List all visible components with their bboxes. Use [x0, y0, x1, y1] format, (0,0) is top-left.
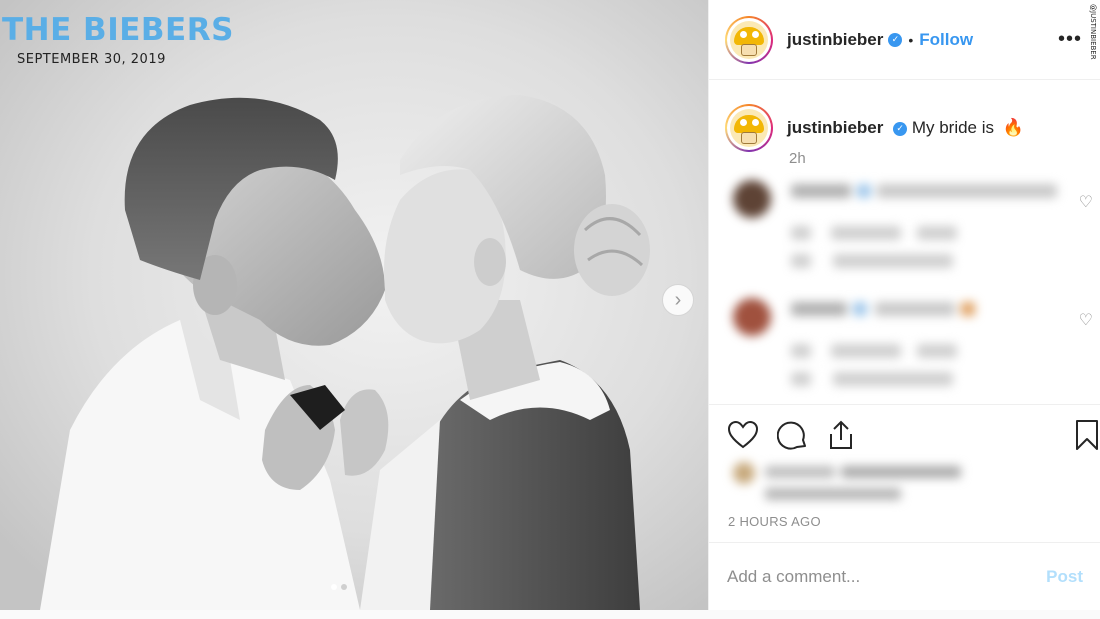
post-header: justinbieber ✓ • Follow •••	[709, 0, 1100, 80]
caption-text: My bride is	[911, 118, 995, 137]
separator-dot: •	[908, 31, 914, 48]
avatar[interactable]	[725, 15, 773, 64]
caption-avatar[interactable]	[725, 104, 773, 152]
like-comment-heart-icon[interactable]: ♡	[1079, 192, 1093, 212]
comment-input[interactable]	[727, 566, 1047, 587]
caption-username[interactable]: justinbieber	[787, 118, 883, 137]
blurred-comment: ♡	[725, 298, 1093, 398]
post-button[interactable]: Post	[1046, 567, 1083, 587]
blurred-comment: ♡	[725, 180, 1093, 280]
bookmark-icon[interactable]	[1074, 419, 1100, 451]
couple-kiss-image	[0, 0, 708, 610]
mushroom-avatar-icon	[730, 109, 768, 147]
posted-time[interactable]: 2 HOURS AGO	[728, 514, 821, 529]
follow-button[interactable]: Follow	[919, 30, 973, 50]
caption-timestamp[interactable]: 2h	[789, 150, 806, 167]
comment-icon[interactable]	[777, 420, 809, 452]
add-comment-section: Post	[709, 542, 1100, 610]
more-options-icon[interactable]: •••	[1058, 28, 1082, 51]
chevron-right-icon[interactable]: ›	[662, 284, 694, 316]
carousel-dot	[341, 584, 347, 590]
verified-badge-icon: ✓	[893, 121, 908, 136]
blurred-likes	[733, 460, 973, 504]
mushroom-avatar-icon	[730, 20, 768, 59]
like-comment-heart-icon[interactable]: ♡	[1079, 310, 1093, 330]
heart-icon[interactable]	[727, 420, 759, 450]
photo-title-overlay: THE BIEBERS	[2, 12, 234, 48]
post-photo[interactable]: THE BIEBERS SEPTEMBER 30, 2019 ›	[0, 0, 708, 610]
carousel-dot-active	[331, 584, 337, 590]
fire-emoji-icon: 🔥	[1002, 118, 1024, 137]
photo-date-overlay: SEPTEMBER 30, 2019	[17, 52, 166, 67]
verified-badge-icon: ✓	[888, 32, 903, 47]
share-icon[interactable]	[826, 419, 856, 451]
post-side-panel: @JUSTINBIEBER justinbieber ✓ • Follow ••…	[708, 0, 1100, 610]
post-caption: justinbieber ✓ My bride is 🔥	[725, 104, 1085, 152]
header-username[interactable]: justinbieber	[787, 30, 883, 50]
carousel-indicator	[331, 584, 347, 590]
actions-bar	[709, 404, 1100, 405]
